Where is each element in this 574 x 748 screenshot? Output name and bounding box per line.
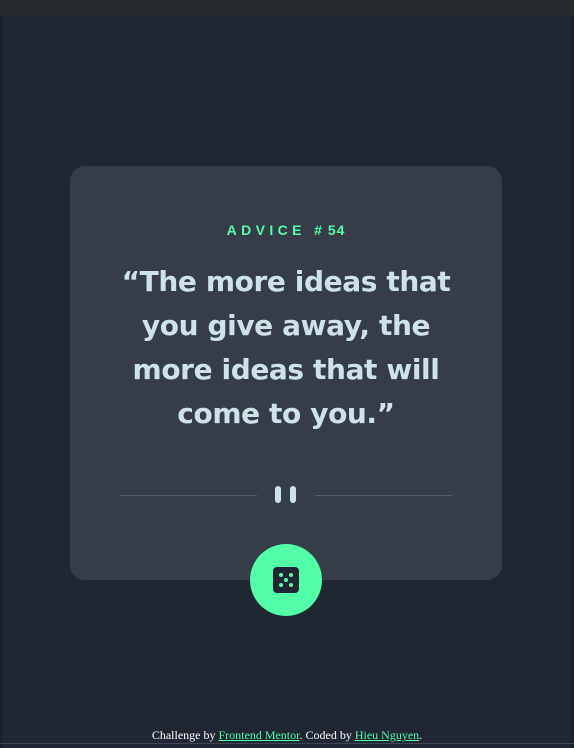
advice-heading: ADVICE # 54 — [70, 221, 502, 239]
divider-line-left — [120, 495, 257, 496]
pause-icon-bar-left — [275, 486, 281, 503]
generate-advice-button[interactable] — [250, 544, 322, 616]
viewport-left-edge — [0, 16, 3, 748]
advice-quote: “The more ideas that you give away, the … — [121, 265, 451, 430]
attribution-suffix: . — [419, 728, 423, 742]
advice-label: ADVICE — [226, 222, 306, 238]
advice-card: ADVICE # 54 “The more ideas that you giv… — [70, 166, 502, 616]
attribution-footer: Challenge by Frontend Mentor. Coded by H… — [0, 728, 574, 742]
author-link[interactable]: Hieu Nguyen — [355, 728, 419, 742]
attribution-middle: . Coded by — [299, 728, 355, 742]
pause-icon-bar-right — [290, 486, 296, 503]
bottom-divider-line — [0, 743, 574, 744]
dice-icon — [273, 567, 299, 593]
frontend-mentor-link[interactable]: Frontend Mentor — [218, 728, 299, 742]
advice-number: # 54 — [314, 222, 346, 238]
attribution-prefix: Challenge by — [151, 728, 219, 742]
divider-line-right — [315, 495, 452, 496]
pattern-divider — [120, 484, 452, 506]
browser-top-bar — [0, 0, 574, 16]
